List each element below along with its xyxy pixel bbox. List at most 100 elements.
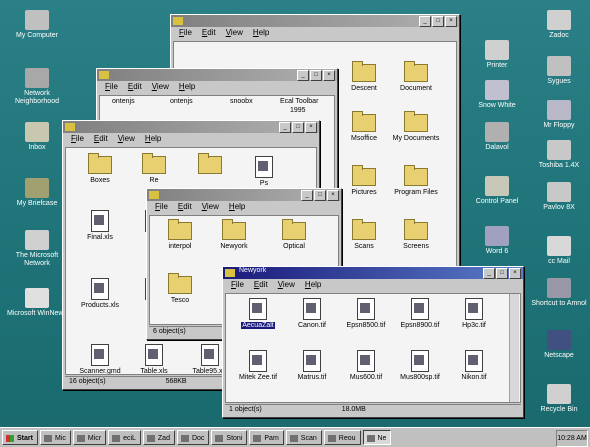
- start-button[interactable]: Start: [2, 430, 38, 445]
- maximize-button[interactable]: □: [292, 122, 304, 133]
- desktop-icon-toshiba[interactable]: Toshiba 1.4X: [524, 140, 590, 170]
- desktop-icon-pavlov[interactable]: Pavlov 8X: [524, 182, 590, 212]
- folder-item[interactable]: Descent: [336, 61, 392, 93]
- desktop-icon-snow-white[interactable]: Snow White: [462, 80, 532, 110]
- desktop-icon-netscape[interactable]: Netscape: [524, 330, 590, 360]
- file-item[interactable]: Mus800sp.tif: [392, 350, 448, 382]
- desktop-icon-sygues[interactable]: Sygues: [524, 56, 590, 86]
- file-item[interactable]: AecuaZalt: [230, 298, 286, 330]
- maximize-button[interactable]: □: [314, 190, 326, 201]
- folder-item[interactable]: interpol: [152, 219, 208, 251]
- menu-help[interactable]: Help: [305, 279, 321, 291]
- title-bar[interactable]: Newyork _ □ ×: [223, 267, 523, 279]
- menu-edit[interactable]: Edit: [94, 133, 108, 145]
- list-item[interactable]: ontenjs: [112, 98, 135, 105]
- list-item[interactable]: Ecal Toolbar: [280, 98, 318, 105]
- menu-file[interactable]: File: [179, 27, 192, 39]
- folder-item[interactable]: Document: [388, 61, 444, 93]
- list-item[interactable]: snoobx: [230, 98, 253, 105]
- taskbar-button[interactable]: Pam: [249, 430, 284, 445]
- menu-help[interactable]: Help: [179, 81, 195, 93]
- desktop-icon-amnol[interactable]: Shortcut to Amnol: [524, 278, 590, 308]
- maximize-button[interactable]: □: [496, 268, 508, 279]
- menu-view[interactable]: View: [202, 201, 219, 213]
- folder-item[interactable]: Scans: [336, 219, 392, 251]
- taskbar-button[interactable]: Reou: [323, 430, 361, 445]
- folder-item[interactable]: [182, 153, 238, 177]
- menu-help[interactable]: Help: [253, 27, 269, 39]
- taskbar-button-active[interactable]: Ne: [362, 430, 392, 445]
- title-bar[interactable]: _ □ ×: [63, 121, 319, 133]
- menu-file[interactable]: File: [155, 201, 168, 213]
- maximize-button[interactable]: □: [310, 70, 322, 81]
- menu-view[interactable]: View: [278, 279, 295, 291]
- folder-item[interactable]: Msoffice: [336, 111, 392, 143]
- close-button[interactable]: ×: [509, 268, 521, 279]
- minimize-button[interactable]: _: [279, 122, 291, 133]
- taskbar-button[interactable]: eciL: [108, 430, 141, 445]
- desktop-icon-my-computer[interactable]: My Computer: [2, 10, 72, 40]
- menu-file[interactable]: File: [105, 81, 118, 93]
- close-button[interactable]: ×: [323, 70, 335, 81]
- desktop-icon-network[interactable]: Network Neighborhood: [2, 68, 72, 106]
- desktop-icon-dalavol[interactable]: Dalavol: [462, 122, 532, 152]
- menu-view[interactable]: View: [118, 133, 135, 145]
- file-item[interactable]: Scanner.gmd: [72, 344, 128, 374]
- menu-view[interactable]: View: [226, 27, 243, 39]
- folder-item[interactable]: Newyork: [206, 219, 262, 251]
- taskbar-button[interactable]: Mic: [39, 430, 71, 445]
- close-button[interactable]: ×: [305, 122, 317, 133]
- minimize-button[interactable]: _: [301, 190, 313, 201]
- taskbar-button[interactable]: Doc: [176, 430, 210, 445]
- folder-item[interactable]: Screens: [388, 219, 444, 251]
- maximize-button[interactable]: □: [432, 16, 444, 27]
- taskbar-button[interactable]: Zad: [142, 430, 175, 445]
- desktop-icon-control-panel[interactable]: Control Panel: [462, 176, 532, 206]
- folder-item[interactable]: Tesco: [152, 273, 208, 305]
- explorer-window-newyork[interactable]: Newyork _ □ × File Edit View Help AecuaZal…: [222, 266, 524, 418]
- folder-item[interactable]: Boxes: [72, 153, 128, 185]
- file-item[interactable]: Final.xls: [72, 210, 128, 242]
- menu-help[interactable]: Help: [145, 133, 161, 145]
- menu-help[interactable]: Help: [229, 201, 245, 213]
- file-item[interactable]: Mitek Zee.tif: [230, 350, 286, 382]
- desktop-icon-ccmail[interactable]: cc Mail: [524, 236, 590, 266]
- menu-file[interactable]: File: [71, 133, 84, 145]
- folder-item[interactable]: Optical: [266, 219, 322, 251]
- file-item[interactable]: Hp3c.tif: [446, 298, 502, 330]
- close-button[interactable]: ×: [327, 190, 339, 201]
- file-item[interactable]: Matrus.tif: [284, 350, 340, 382]
- system-tray-clock[interactable]: 10:28 AM: [556, 430, 588, 447]
- folder-item[interactable]: Re: [126, 153, 182, 185]
- file-item[interactable]: Nikon.tif: [446, 350, 502, 382]
- file-item[interactable]: Epsn8900.tif: [392, 298, 448, 330]
- menu-edit[interactable]: Edit: [254, 279, 268, 291]
- desktop-icon-zadoc[interactable]: Zadoc: [524, 10, 590, 40]
- menu-edit[interactable]: Edit: [202, 27, 216, 39]
- title-bar[interactable]: _ □ ×: [97, 69, 337, 81]
- file-item[interactable]: Ps: [236, 156, 292, 188]
- taskbar-button[interactable]: Micr: [72, 430, 107, 445]
- file-item[interactable]: Table.xls: [126, 344, 182, 374]
- desktop-icon-recycle-bin[interactable]: Recycle Bin: [524, 384, 590, 414]
- file-item[interactable]: Products.xls: [72, 278, 128, 310]
- file-item[interactable]: Epsn8500.tif: [338, 298, 394, 330]
- menu-edit[interactable]: Edit: [178, 201, 192, 213]
- file-item[interactable]: Canon.tif: [284, 298, 340, 330]
- menu-file[interactable]: File: [231, 279, 244, 291]
- minimize-button[interactable]: _: [483, 268, 495, 279]
- desktop-icon-floppy[interactable]: Mr Floppy: [524, 100, 590, 130]
- desktop-icon-word[interactable]: Word 6: [462, 226, 532, 256]
- taskbar-button[interactable]: Stoni: [211, 430, 248, 445]
- taskbar-button[interactable]: Scan: [285, 430, 322, 445]
- folder-item[interactable]: Pictures: [336, 165, 392, 197]
- vertical-scrollbar[interactable]: [509, 294, 519, 402]
- folder-item[interactable]: My Documents: [388, 111, 444, 143]
- title-bar[interactable]: _ □ ×: [171, 15, 459, 27]
- title-bar[interactable]: _ □ ×: [147, 189, 341, 201]
- close-button[interactable]: ×: [445, 16, 457, 27]
- list-item[interactable]: ontenjs: [170, 98, 193, 105]
- folder-item[interactable]: Program Files: [388, 165, 444, 197]
- minimize-button[interactable]: _: [419, 16, 431, 27]
- menu-edit[interactable]: Edit: [128, 81, 142, 93]
